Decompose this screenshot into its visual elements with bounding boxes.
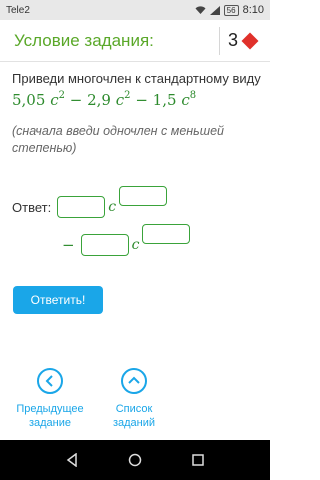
previous-task-label-line-2[interactable]: задание [29, 417, 71, 429]
var-2: c [115, 91, 125, 109]
coefficient-input-1[interactable] [57, 196, 106, 218]
status-bar: Tele2 56 8:10 [0, 0, 270, 20]
task-header: Условие задания: 3 [0, 20, 270, 62]
task-list-label[interactable]: Список заданий [84, 402, 184, 430]
polynomial-expression: 5,05 c2 − 2,9 c2 − 1,5 c8 [12, 90, 262, 109]
back-icon[interactable] [65, 453, 79, 467]
signal-icon [209, 5, 220, 15]
submit-button[interactable]: Ответить! [13, 286, 103, 314]
answer-var-2: c [131, 237, 140, 253]
op-2: − [135, 91, 148, 109]
exponent-input-2[interactable] [142, 224, 191, 244]
wifi-icon [195, 5, 206, 14]
coef-2: 2,9 [87, 91, 111, 109]
task-body: Приведи многочлен к стандартному виду 5,… [12, 70, 262, 157]
android-nav-bar [0, 440, 270, 480]
task-prompt: Приведи многочлен к стандартному виду [12, 71, 261, 86]
chevron-up-icon[interactable] [121, 368, 147, 394]
exp-2: 2 [124, 90, 131, 101]
answer-row-1: Ответ: c [12, 186, 168, 222]
answer-label: Ответ: [12, 199, 52, 215]
chevron-left-icon[interactable] [37, 368, 63, 394]
header-divider [218, 26, 220, 55]
exponent-input-1[interactable] [119, 186, 168, 206]
answer-var-1: c [108, 199, 117, 215]
task-hint: (сначала введи одночлен с меньшей степен… [12, 124, 225, 155]
task-list-button[interactable]: Список заданий [84, 368, 184, 430]
home-icon[interactable] [128, 453, 142, 467]
var-1: c [50, 91, 59, 109]
var-3: c [181, 91, 190, 109]
header-title: Условие задания: [14, 30, 154, 50]
coefficient-input-2[interactable] [80, 234, 129, 256]
coef-1: 5,05 [12, 91, 46, 109]
clock: 8:10 [242, 4, 264, 16]
task-count: 3 [227, 30, 238, 50]
exp-3: 8 [189, 90, 197, 101]
answer-minus: − [62, 236, 75, 254]
previous-task-label-line-1[interactable]: Предыдущее [16, 403, 83, 415]
recents-icon[interactable] [191, 453, 205, 467]
status-icons: 56 8:10 [195, 4, 264, 16]
diamond-icon [241, 32, 259, 49]
battery-icon: 56 [223, 4, 239, 16]
task-list-label-line-1[interactable]: Список [116, 403, 153, 415]
bottom-nav: Предыдущее задание Список заданий [0, 368, 270, 440]
answer-row-2: − c [62, 224, 191, 260]
op-1: − [69, 91, 83, 109]
task-list-label-line-2[interactable]: заданий [113, 417, 155, 429]
coef-3: 1,5 [152, 91, 177, 109]
exp-1: 2 [58, 90, 65, 101]
carrier-name: Tele2 [6, 4, 30, 16]
